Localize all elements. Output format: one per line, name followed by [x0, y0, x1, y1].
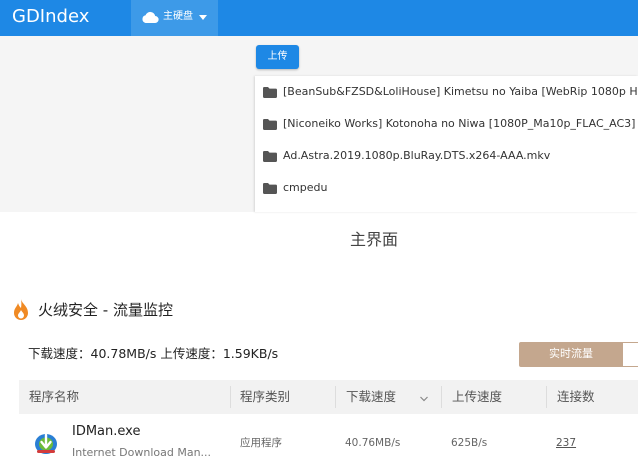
program-name: IDMan.exe: [72, 424, 141, 439]
folder-icon: [263, 87, 277, 98]
chevron-down-icon: [199, 15, 207, 20]
idm-app-icon: [35, 433, 57, 454]
file-list: [BeanSub&FZSD&LoliHouse] Kimetsu no Yaib…: [255, 76, 638, 212]
folder-icon: [263, 119, 277, 130]
upload-button[interactable]: 上传: [256, 45, 299, 69]
window-title: 火绒安全 - 流量监控: [38, 301, 173, 319]
column-header-download-speed[interactable]: 下载速度: [346, 389, 396, 405]
column-divider: [230, 386, 231, 408]
file-name: [BeanSub&FZSD&LoliHouse] Kimetsu no Yaib…: [283, 85, 638, 98]
column-divider: [441, 386, 442, 408]
app-title[interactable]: GDIndex: [12, 5, 89, 29]
huorong-logo-icon: [14, 299, 28, 320]
file-name: Ad.Astra.2019.1080p.BluRay.DTS.x264-AAA.…: [283, 149, 551, 162]
file-list-item[interactable]: [BeanSub&FZSD&LoliHouse] Kimetsu no Yaib…: [255, 77, 638, 108]
tab-next[interactable]: [622, 342, 638, 367]
column-header-program-name[interactable]: 程序名称: [29, 389, 79, 405]
tab-realtime-traffic[interactable]: 实时流量: [519, 342, 623, 367]
sort-desc-icon[interactable]: [420, 395, 428, 403]
cloud-icon: [142, 11, 159, 24]
folder-icon: [263, 183, 277, 194]
table-row[interactable]: IDMan.exe Internet Download Man... 应用程序 …: [19, 418, 638, 468]
column-header-connections[interactable]: 连接数: [557, 389, 595, 405]
file-list-item[interactable]: Ad.Astra.2019.1080p.BluRay.DTS.x264-AAA.…: [255, 141, 638, 172]
screenshot-caption: 主界面: [349, 230, 398, 249]
drive-selector[interactable]: 主硬盘: [131, 0, 218, 36]
file-list-item[interactable]: [Niconeiko Works] Kotonoha no Niwa [1080…: [255, 109, 638, 140]
column-header-upload-speed[interactable]: 上传速度: [452, 389, 502, 405]
column-header-program-type[interactable]: 程序类别: [240, 389, 290, 405]
download-speed: 40.76MB/s: [345, 437, 401, 449]
column-divider: [546, 386, 547, 408]
upload-speed: 625B/s: [451, 437, 488, 449]
file-name: [Niconeiko Works] Kotonoha no Niwa [1080…: [283, 117, 636, 130]
column-divider: [335, 386, 336, 408]
table-header: 程序名称 程序类别 下载速度 上传速度 连接数: [19, 380, 638, 414]
file-list-item[interactable]: cmpedu: [255, 173, 638, 204]
drive-label: 主硬盘: [163, 11, 193, 22]
program-type: 应用程序: [240, 437, 282, 449]
file-name: cmpedu: [283, 181, 328, 194]
connections-link[interactable]: 237: [556, 436, 576, 450]
folder-icon: [263, 151, 277, 162]
top-navbar: GDIndex 主硬盘: [0, 0, 638, 36]
gdindex-window: GDIndex 主硬盘 上传 [BeanSub&FZSD&LoliHouse] …: [0, 0, 638, 212]
speed-summary: 下载速度：40.78MB/s 上传速度：1.59KB/s: [28, 346, 279, 361]
program-description: Internet Download Man...: [72, 446, 212, 459]
